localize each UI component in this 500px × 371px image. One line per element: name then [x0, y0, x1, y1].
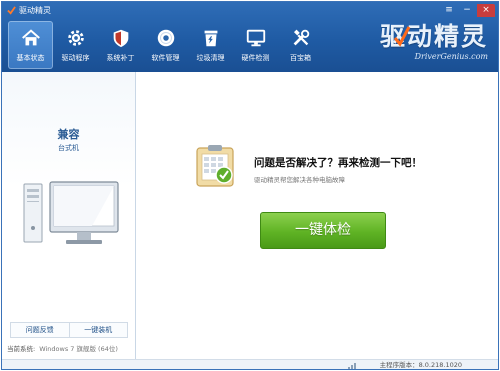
os-value: Windows 7 旗舰版 (64位) [39, 345, 118, 353]
machine-name: 兼容 [57, 128, 80, 141]
status-bar: 主程序版本：8.0.218.1020 [2, 359, 498, 369]
nav-label: 硬件检测 [241, 54, 270, 62]
nav-item-drivers[interactable]: 驱动程序 [53, 21, 98, 69]
brand-name-en: DriverGenius.com [414, 52, 488, 61]
nav-label: 驱动程序 [61, 54, 90, 62]
feedback-button[interactable]: 问题反馈 [11, 323, 69, 337]
machine-type: 台式机 [58, 144, 79, 152]
left-actions: 问题反馈 一键装机 [10, 322, 128, 338]
main-panel: 问题是否解决了？再来检测一下吧！ 驱动精灵帮您解决各种电脑故障 一键体检 [136, 72, 498, 359]
checkmark-icon [393, 26, 411, 47]
app-logo-icon [7, 6, 16, 15]
left-panel: 兼容 台式机 问题反馈 一键装机 当前系统: Windows 7 旗舰版 (64位… [2, 72, 136, 359]
version-info: 主程序版本：8.0.218.1020 [379, 360, 462, 369]
os-info: 当前系统: Windows 7 旗舰版 (64位) [7, 343, 118, 353]
header: 驱动精灵 ≡ − × 基本状态 驱动程序 系统补丁 软件管理 垃圾清理 硬件检测… [2, 2, 498, 72]
nav-label: 软件管理 [151, 54, 180, 62]
window-title: 驱动精灵 [19, 6, 51, 15]
clipboard-calendar-icon [196, 145, 234, 187]
home-icon [21, 29, 40, 46]
main-nav: 基本状态 驱动程序 系统补丁 软件管理 垃圾清理 硬件检测 百宝箱 [8, 21, 323, 69]
os-label: 当前系统: [7, 345, 36, 353]
window-controls: ≡ − × [441, 4, 495, 17]
question-subtext: 驱动精灵帮您解决各种电脑故障 [254, 176, 345, 184]
nav-label: 基本状态 [16, 54, 45, 62]
title-bar: 驱动精灵 ≡ − × [2, 2, 498, 20]
one-click-install-button[interactable]: 一键装机 [68, 323, 128, 337]
nav-item-basic-status[interactable]: 基本状态 [8, 21, 53, 69]
nav-item-toolbox[interactable]: 百宝箱 [278, 21, 323, 69]
shield-icon [113, 29, 128, 48]
nav-item-cleanup[interactable]: 垃圾清理 [188, 21, 233, 69]
minimize-button[interactable]: − [459, 4, 475, 17]
close-button[interactable]: × [477, 4, 495, 17]
nav-item-software[interactable]: 软件管理 [143, 21, 188, 69]
trash-icon [204, 30, 217, 47]
signal-icon [348, 363, 356, 369]
app-window: 驱动精灵 ≡ − × 基本状态 驱动程序 系统补丁 软件管理 垃圾清理 硬件检测… [1, 1, 499, 370]
monitor-icon [246, 29, 265, 47]
nav-label: 垃圾清理 [196, 54, 225, 62]
disc-icon [157, 29, 174, 47]
desktop-pc-icon [23, 181, 119, 244]
menu-button[interactable]: ≡ [441, 4, 457, 17]
nav-label: 系统补丁 [106, 54, 135, 62]
question-heading: 问题是否解决了？再来检测一下吧！ [254, 157, 422, 169]
one-click-check-button[interactable]: 一键体检 [260, 212, 386, 249]
brand-logo: 驱动精灵 DriverGenius.com [376, 22, 488, 68]
version-label: 主程序版本： [379, 361, 419, 369]
nav-item-hardware[interactable]: 硬件检测 [233, 21, 278, 69]
tools-icon [293, 29, 309, 46]
nav-label: 百宝箱 [290, 54, 311, 62]
gear-icon [67, 30, 84, 46]
nav-item-system-patch[interactable]: 系统补丁 [98, 21, 143, 69]
version-value: 8.0.218.1020 [418, 361, 462, 369]
